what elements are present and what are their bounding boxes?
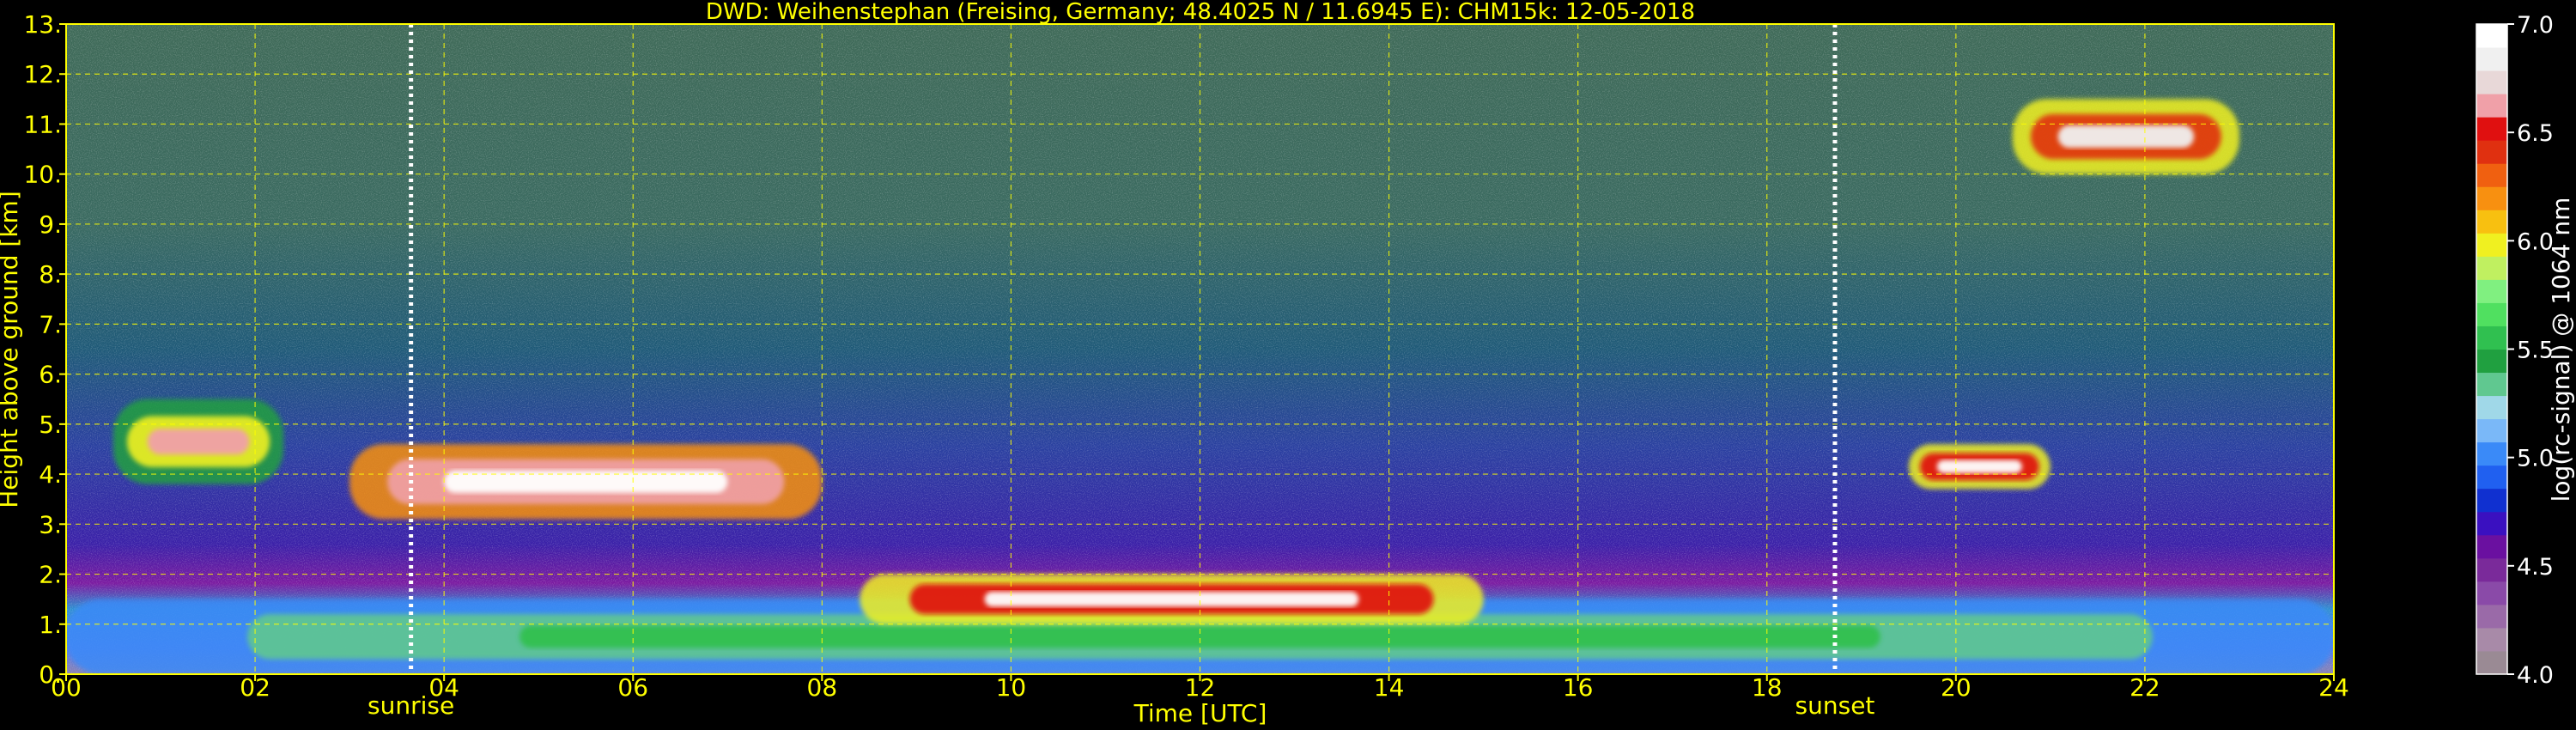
x-tick-label: 14 [1374, 673, 1405, 702]
colorbar-swatch [2476, 534, 2507, 559]
x-tick-label: 00 [51, 673, 82, 702]
colorbar-swatch [2476, 581, 2507, 605]
y-tick-label: 2. [39, 561, 62, 589]
colorbar-swatch [2476, 302, 2507, 326]
colorbar-swatch [2476, 210, 2507, 234]
feature-core [147, 429, 250, 455]
y-tick-label: 1. [39, 611, 62, 639]
colorbar-swatch [2476, 349, 2507, 374]
sunset-label: sunset [1795, 691, 1875, 720]
y-tick-label: 8. [39, 260, 62, 289]
colorbar-swatch [2476, 117, 2507, 141]
colorbar-tick-label: 4.5 [2517, 554, 2554, 581]
x-tick-label: 12 [1185, 673, 1216, 702]
sunrise-label: sunrise [368, 691, 454, 720]
y-axis-label: Height above ground [km] [0, 191, 23, 508]
colorbar-swatch [2476, 70, 2507, 94]
colorbar-label: log(rc-signal) @ 1064 nm [2547, 198, 2575, 502]
ceilometer-chart: DWD: Weihenstephan (Freising, Germany; 4… [0, 0, 2575, 727]
colorbar-swatch [2476, 186, 2507, 210]
colorbar-swatch [2476, 488, 2507, 513]
feature-4 [1908, 444, 2050, 490]
colorbar-swatch [2476, 233, 2507, 257]
x-tick-label: 16 [1563, 673, 1594, 702]
feature-3 [2012, 99, 2239, 174]
colorbar-swatch [2476, 557, 2507, 582]
y-tick-label: 12. [23, 60, 62, 88]
plot-area [66, 24, 2334, 674]
colorbar-swatch [2476, 395, 2507, 420]
x-tick-label: 02 [240, 673, 270, 702]
y-tick-label: 5. [39, 411, 62, 439]
x-tick-label: 24 [2318, 673, 2349, 702]
colorbar-swatch [2476, 163, 2507, 187]
colorbar-tick-label: 6.5 [2517, 120, 2554, 147]
y-tick-label: 9. [39, 210, 62, 239]
colorbar-swatch [2476, 627, 2507, 652]
y-axis-ticks: 0.1.2.3.4.5.6.7.8.9.10.11.12.13. [23, 10, 66, 689]
x-tick-label: 22 [2129, 673, 2160, 702]
colorbar-swatch [2476, 94, 2507, 118]
colorbar-swatch [2476, 279, 2507, 303]
feature-core [984, 591, 1359, 607]
colorbar-swatch [2476, 604, 2507, 629]
colorbar-swatch [2476, 325, 2507, 350]
feature-core [2057, 125, 2195, 149]
feature-core [1936, 459, 2022, 474]
chart-title: DWD: Weihenstephan (Freising, Germany; 4… [706, 0, 1695, 25]
colorbar-swatch [2476, 418, 2507, 443]
x-tick-label: 06 [617, 673, 648, 702]
colorbar-tick-label: 4.0 [2517, 662, 2554, 689]
colorbar-swatch [2476, 441, 2507, 466]
y-tick-label: 7. [39, 310, 62, 338]
colorbar-tick-label: 7.0 [2517, 12, 2554, 39]
x-tick-label: 10 [996, 673, 1027, 702]
colorbar-swatch [2476, 511, 2507, 536]
y-tick-label: 10. [23, 161, 62, 189]
feature-5 [113, 398, 284, 484]
colorbar-swatch [2476, 140, 2507, 164]
feature-2 [860, 574, 1484, 624]
y-tick-label: 6. [39, 361, 62, 389]
colorbar-swatch [2476, 47, 2507, 71]
y-tick-label: 13. [23, 10, 62, 39]
x-tick-label: 08 [807, 673, 838, 702]
colorbar-swatch [2476, 650, 2507, 675]
x-axis-label: Time [UTC] [1133, 699, 1267, 727]
feature-1 [349, 444, 823, 520]
colorbar-swatch [2476, 256, 2507, 280]
colorbar-swatch [2476, 24, 2507, 48]
colorbar-swatch [2476, 465, 2507, 490]
y-tick-label: 4. [39, 460, 62, 489]
y-tick-label: 3. [39, 510, 62, 538]
x-tick-label: 18 [1752, 673, 1783, 702]
colorbar-swatches [2476, 24, 2507, 675]
colorbar: 4.04.55.05.56.06.57.0 log(rc-signal) @ 1… [2476, 12, 2575, 689]
colorbar-swatch [2476, 372, 2507, 397]
y-tick-label: 11. [23, 110, 62, 138]
x-tick-label: 20 [1941, 673, 1971, 702]
event-labels: sunrise sunset [368, 691, 1874, 720]
